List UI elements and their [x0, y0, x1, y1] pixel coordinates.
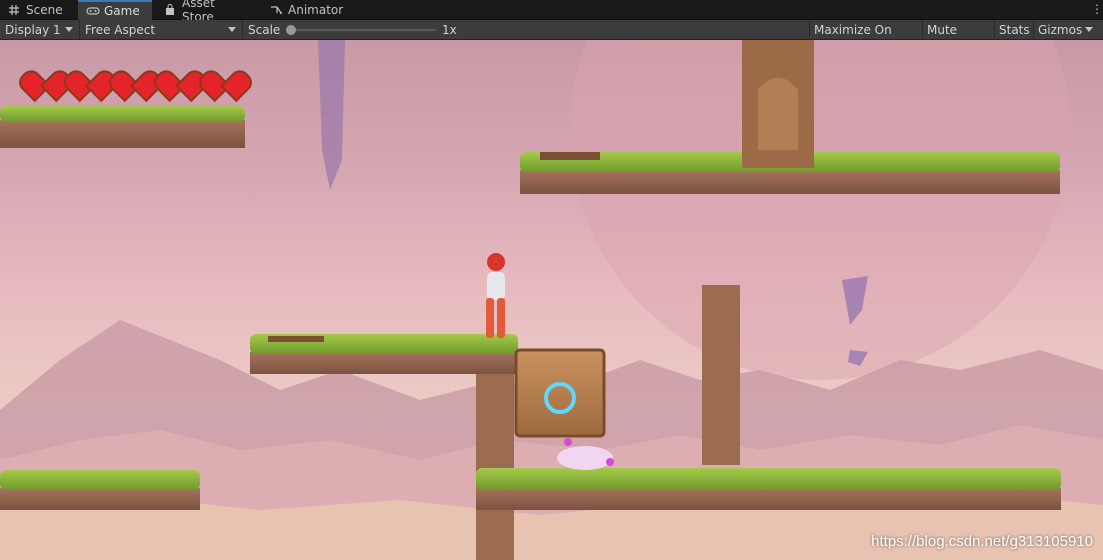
gizmos-button[interactable]: Gizmos: [1033, 20, 1097, 40]
stats-toggle[interactable]: Stats: [994, 20, 1033, 40]
display-dropdown[interactable]: Display 1: [0, 20, 80, 40]
maximize-on-play-toggle[interactable]: Maximize On Play: [809, 20, 922, 57]
gizmos-label: Gizmos: [1038, 23, 1083, 37]
heart-icon: [116, 54, 153, 84]
chevron-down-icon: [1085, 27, 1093, 32]
platform-grass: [476, 468, 1061, 490]
platform-rock: [476, 488, 1061, 510]
watermark: https://blog.csdn.net/g313105910: [871, 533, 1093, 550]
grid-icon: [8, 4, 20, 16]
animator-icon: [270, 4, 282, 16]
scale-label: Scale: [248, 23, 281, 37]
shopping-bag-icon: [164, 4, 176, 16]
gamepad-icon: [86, 5, 100, 17]
trapdoor: [268, 336, 324, 342]
tab-asset-store[interactable]: Asset Store: [156, 0, 248, 24]
platform-rock: [0, 488, 200, 510]
heart-icon: [71, 54, 108, 84]
tab-label: Animator: [288, 3, 344, 17]
platform-grass: [0, 470, 200, 490]
chevron-down-icon: [65, 27, 73, 32]
floating-crystal: [318, 40, 345, 190]
game-scene: [0, 40, 1103, 560]
scale-slider[interactable]: [288, 29, 436, 31]
aspect-value: Free Aspect: [85, 23, 156, 37]
health-bar: [26, 54, 243, 84]
mute-audio-toggle[interactable]: Mute Audio: [922, 20, 994, 57]
game-view[interactable]: https://blog.csdn.net/g313105910: [0, 40, 1103, 560]
platform-rock: [520, 170, 1060, 194]
tab-game[interactable]: Game: [78, 0, 152, 20]
wooden-crate: [514, 348, 606, 438]
player-character: [486, 253, 505, 338]
background-planet: [570, 40, 1070, 380]
trapdoor: [540, 152, 600, 160]
chevron-down-icon: [228, 27, 236, 32]
platform-rock: [250, 352, 518, 374]
aspect-dropdown[interactable]: Free Aspect: [80, 20, 243, 40]
platform-grass: [0, 106, 245, 122]
editor-tab-bar: Scene Game Asset Store Animator ⋮: [0, 0, 1103, 24]
heart-icon: [206, 54, 243, 84]
tab-label: Game: [104, 4, 140, 18]
more-options-icon[interactable]: ⋮: [1091, 2, 1103, 16]
pillar-arch: [758, 77, 798, 150]
tab-label: Scene: [26, 3, 63, 17]
tab-scene[interactable]: Scene: [0, 0, 76, 20]
heart-icon: [161, 54, 198, 84]
heart-icon: [26, 54, 63, 84]
tab-animator[interactable]: Animator: [262, 0, 348, 20]
scale-value: 1x: [442, 23, 457, 37]
stone-column: [476, 374, 514, 560]
stone-column: [702, 285, 740, 465]
game-toolbar: Display 1 Free Aspect Scale 1x Maximize …: [0, 20, 1103, 57]
display-value: Display 1: [5, 23, 61, 37]
platform-rock: [0, 120, 245, 148]
scale-slider-thumb[interactable]: [286, 25, 296, 35]
